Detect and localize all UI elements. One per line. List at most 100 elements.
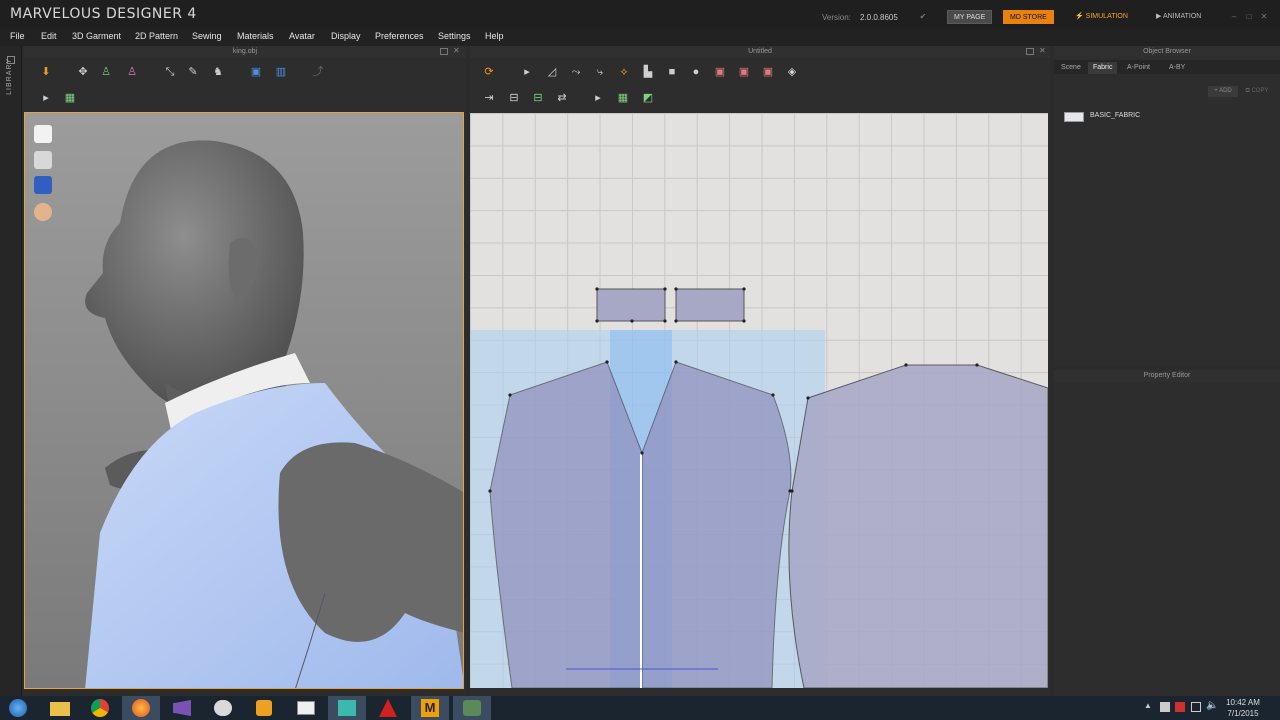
palette-icon <box>214 700 232 716</box>
tray-volume-icon[interactable]: 🔈 <box>1206 700 1218 711</box>
menu-settings[interactable]: Settings <box>438 31 471 41</box>
garment-icon[interactable] <box>34 125 52 143</box>
taskbar-paint[interactable] <box>204 696 242 720</box>
copy-fabric-button[interactable]: ⧉ COPY <box>1242 86 1272 97</box>
pin-tool-icon[interactable]: ⤡ <box>161 64 179 80</box>
pants-tool-icon[interactable]: ▥ <box>272 64 290 80</box>
segment-sewing-icon[interactable]: ⇥ <box>480 90 498 106</box>
close-icon[interactable]: ✕ <box>1259 12 1269 21</box>
object-browser: Object Browser Scene Fabric A-Point A-BY… <box>1054 46 1280 366</box>
menu-sewing[interactable]: Sewing <box>192 31 222 41</box>
firefox-icon <box>132 699 150 717</box>
refresh-icon[interactable]: ⟳ <box>480 64 498 80</box>
dart-icon[interactable]: ◈ <box>783 64 801 80</box>
internal-rectangle-icon[interactable]: ▣ <box>735 64 753 80</box>
tray-clock[interactable]: 10:42 AM 7/1/2015 <box>1224 697 1262 719</box>
md-store-button[interactable]: MD STORE <box>1003 10 1054 24</box>
taskbar-explorer[interactable] <box>40 696 78 720</box>
curve-point-icon[interactable]: ⟡ <box>615 64 633 80</box>
texture-icon[interactable]: ◩ <box>639 90 657 106</box>
tab-fabric[interactable]: Fabric <box>1088 62 1118 74</box>
chrome-icon <box>91 699 109 717</box>
internal-circle-icon[interactable]: ▣ <box>759 64 777 80</box>
grid-pattern-icon[interactable]: ▦ <box>614 90 632 106</box>
select-tool-icon[interactable]: ▸ <box>37 90 55 106</box>
garment-transform-icon[interactable]: ♙ <box>123 64 141 80</box>
check-icon[interactable]: ✔ <box>918 12 928 21</box>
taskbar-marvelous-designer[interactable]: M <box>411 696 449 720</box>
viewport-2d[interactable] <box>470 113 1048 688</box>
add-point-icon[interactable]: ⤷ <box>591 64 609 80</box>
taskbar-media[interactable] <box>245 696 283 720</box>
library-sidebar[interactable] <box>0 46 22 696</box>
menu-preferences[interactable]: Preferences <box>375 31 424 41</box>
library-label: LIBRARY <box>6 58 13 95</box>
menu-display[interactable]: Display <box>331 31 361 41</box>
fabric-list-item[interactable]: BASIC_FABRIC <box>1062 110 1272 124</box>
rectangle-icon[interactable]: ■ <box>663 64 681 80</box>
tray-expand-icon[interactable]: ▲ <box>1144 701 1152 710</box>
free-sewing-icon[interactable]: ⊟ <box>505 90 523 106</box>
avatar-pose-icon[interactable]: ♞ <box>209 64 227 80</box>
fabric-icon[interactable] <box>34 176 52 194</box>
taskbar-window[interactable] <box>287 696 325 720</box>
animation-icon: ▶ <box>1156 13 1163 20</box>
skin-icon[interactable] <box>34 203 52 221</box>
tray-antivirus-icon[interactable] <box>1175 702 1185 712</box>
select-move-icon[interactable]: ✥ <box>74 64 92 80</box>
shirt-tool-icon[interactable]: ▣ <box>247 64 265 80</box>
taskbar-autocad[interactable] <box>369 696 407 720</box>
maximize-icon[interactable]: □ <box>1244 12 1254 21</box>
taskbar-generic-app[interactable] <box>453 696 491 720</box>
edit-point-icon[interactable]: ◿ <box>543 64 561 80</box>
menu-materials[interactable]: Materials <box>237 31 274 41</box>
grid-toggle-icon[interactable]: ▦ <box>61 90 79 106</box>
tray-network-icon[interactable] <box>1191 702 1201 712</box>
brush-tool-icon[interactable]: ✎ <box>184 64 202 80</box>
tab-a-point[interactable]: A-Point <box>1122 62 1155 74</box>
menu-2d-pattern[interactable]: 2D Pattern <box>135 31 178 41</box>
tray-flag-icon[interactable] <box>1160 702 1170 712</box>
avatar-icon[interactable] <box>34 151 52 169</box>
menu-file[interactable]: File <box>10 31 25 41</box>
polygon-icon[interactable]: ▙ <box>639 64 657 80</box>
garment-select-icon[interactable]: ♙ <box>97 64 115 80</box>
panel-2d-float-icon[interactable] <box>1026 48 1034 55</box>
taskbar-maya[interactable] <box>328 696 366 720</box>
simulation-mode-tab[interactable]: ⚡ SIMULATION <box>1075 10 1128 24</box>
select-mesh-icon[interactable]: ▸ <box>589 90 607 106</box>
edit-sewing-icon[interactable]: ⊟ <box>529 90 547 106</box>
simulate-arrow-icon[interactable]: ⬇ <box>37 64 55 80</box>
circle-icon[interactable]: ● <box>687 64 705 80</box>
minimize-icon[interactable]: – <box>1229 12 1239 21</box>
menu-bar: File Edit 3D Garment 2D Pattern Sewing M… <box>0 28 1280 46</box>
marvelous-designer-icon: M <box>421 699 439 717</box>
panel-3d-float-icon[interactable] <box>440 48 448 55</box>
clock-time: 10:42 AM <box>1226 698 1260 707</box>
tack-icon[interactable]: ⇄ <box>553 90 571 106</box>
add-fabric-button[interactable]: + ADD <box>1208 86 1238 97</box>
internal-polygon-icon[interactable]: ▣ <box>711 64 729 80</box>
transform-pattern-icon[interactable]: ▸ <box>518 64 536 80</box>
tab-scene[interactable]: Scene <box>1056 62 1086 74</box>
animation-mode-tab[interactable]: ▶ ANIMATION <box>1156 10 1201 24</box>
property-editor: Property Editor <box>1054 370 1280 696</box>
menu-3d-garment[interactable]: 3D Garment <box>72 31 121 41</box>
panel-3d-title: king.obj <box>24 46 466 58</box>
menu-help[interactable]: Help <box>485 31 504 41</box>
taskbar-chrome[interactable] <box>81 696 119 720</box>
my-page-button[interactable]: MY PAGE <box>947 10 993 24</box>
menu-edit[interactable]: Edit <box>41 31 57 41</box>
taskbar-visual-studio[interactable] <box>163 696 201 720</box>
folder-icon <box>50 702 70 716</box>
panel-2d-close-icon[interactable]: ✕ <box>1039 46 1046 55</box>
taskbar-firefox[interactable] <box>122 696 160 720</box>
app-title: MARVELOUS DESIGNER 4 <box>10 6 197 22</box>
panel-3d-close-icon[interactable]: ✕ <box>453 46 460 55</box>
start-button[interactable] <box>0 696 38 720</box>
tab-a-by[interactable]: A-BY <box>1164 62 1190 74</box>
viewport-3d[interactable] <box>24 112 464 689</box>
disabled-tool-icon[interactable]: ⤴ <box>309 64 327 80</box>
menu-avatar[interactable]: Avatar <box>289 31 315 41</box>
edit-curve-icon[interactable]: ⤳ <box>567 64 585 80</box>
